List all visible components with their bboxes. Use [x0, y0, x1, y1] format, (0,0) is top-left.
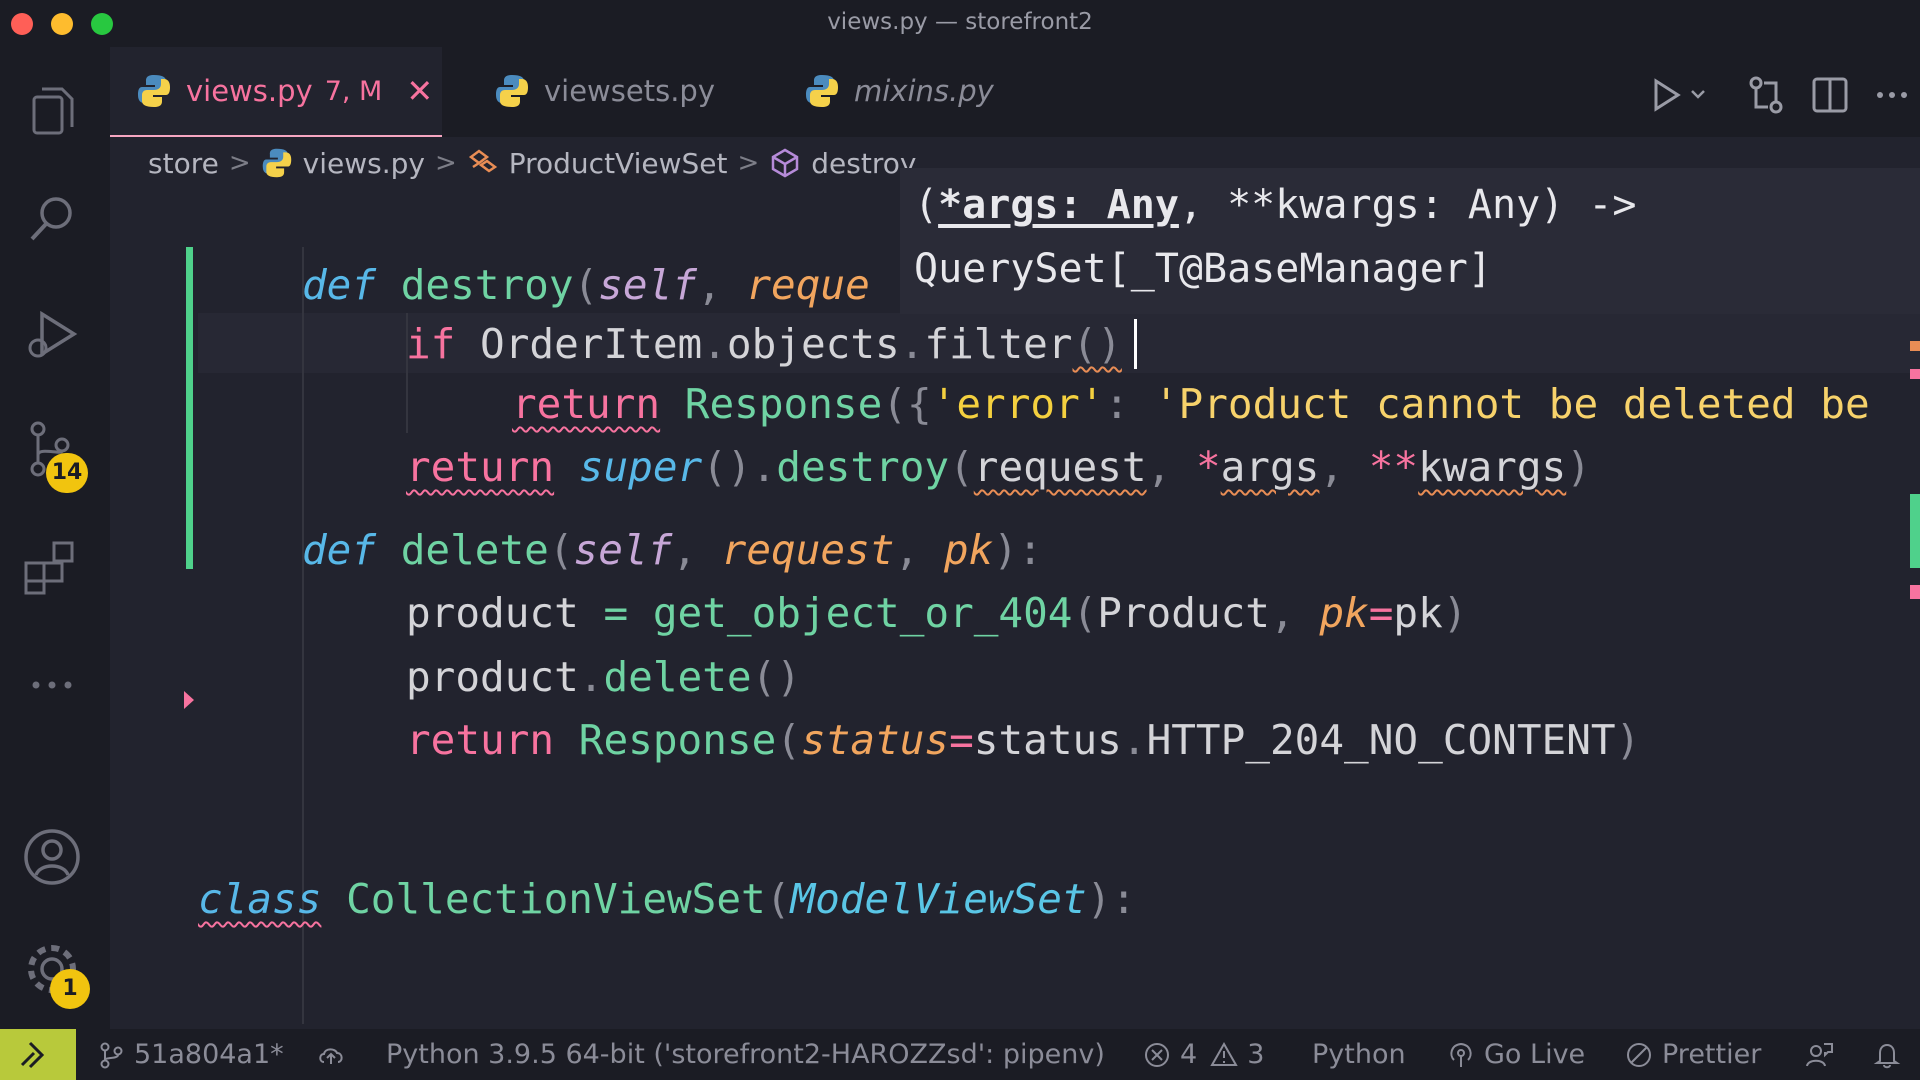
modified-lines-indicator[interactable]: [186, 247, 193, 569]
class-symbol-icon: [468, 149, 497, 173]
bell-icon: [1873, 1043, 1901, 1068]
chevron-right-icon: >: [737, 148, 760, 178]
git-branch-label: 51a804a1*: [134, 1039, 284, 1070]
prettier-disabled-icon: [1627, 1042, 1651, 1067]
code-line: class CollectionViewSet(ModelViewSet):: [198, 875, 1137, 923]
settings-badge: 1: [50, 969, 90, 1009]
breadcrumb-productviewset[interactable]: ProductViewSet: [467, 146, 728, 180]
deleted-lines-indicator[interactable]: [184, 691, 194, 709]
more-icon[interactable]: [20, 653, 84, 717]
extensions-icon[interactable]: [20, 535, 84, 599]
code-line: return Response({'error': 'Product canno…: [512, 380, 1870, 428]
signature-hover-tooltip: (*args: Any, **kwargs: Any) -> QuerySet[…: [900, 168, 1920, 314]
window-title: views.py — storefront2: [827, 9, 1093, 35]
cloud-upload-icon: [319, 1047, 343, 1064]
tooltip-signature-line: (*args: Any, **kwargs: Any) ->: [914, 182, 1637, 228]
broadcast-icon: [1450, 1042, 1472, 1067]
vscode-window: views.py — storefront2 14 1 views.py 7, …: [0, 0, 1920, 1080]
code-line: return Response(status=status.HTTP_204_N…: [406, 716, 1641, 764]
code-line: if OrderItem.objects.filter(): [406, 320, 1122, 368]
overview-ruler-modified-mark: [1910, 494, 1920, 568]
title-bar: views.py — storefront2: [0, 0, 1920, 47]
tab-views-status: 7, M: [324, 75, 383, 107]
breadcrumb-productviewset-label: ProductViewSet: [508, 146, 728, 180]
run-debug-icon[interactable]: [20, 302, 84, 366]
indent-guide: [302, 519, 304, 1024]
open-changes-icon[interactable]: [1746, 75, 1786, 115]
source-control-badge: 14: [46, 453, 88, 493]
notifications-status[interactable]: [1872, 1029, 1910, 1080]
more-actions-icon[interactable]: [1872, 75, 1912, 115]
activity-bar: 14 1: [0, 47, 110, 1029]
chevron-right-icon: >: [434, 148, 457, 178]
search-icon[interactable]: [20, 187, 84, 251]
breadcrumb-views-py[interactable]: views.py: [261, 147, 425, 180]
tab-viewsets-label: viewsets.py: [544, 74, 715, 108]
breadcrumb-destroy[interactable]: destroy: [769, 147, 916, 180]
error-count: 4: [1180, 1039, 1198, 1070]
code-line: return super().destroy(request, *args, *…: [406, 443, 1591, 491]
method-symbol-icon: [772, 148, 799, 178]
run-python-file-icon[interactable]: [1650, 75, 1710, 115]
code-line: def delete(self, request, pk):: [302, 526, 1043, 574]
overview-ruler-error-mark: [1910, 369, 1920, 379]
warning-icon: [1210, 1041, 1238, 1066]
breadcrumb-store[interactable]: store: [148, 147, 219, 180]
split-editor-icon[interactable]: [1810, 75, 1850, 115]
feedback-status[interactable]: [1804, 1029, 1842, 1080]
language-mode-status[interactable]: Python: [1312, 1029, 1406, 1080]
overview-ruler-warning-mark: [1910, 341, 1920, 351]
remote-icon: [20, 1041, 45, 1069]
tab-bar: views.py 7, M ✕ viewsets.py mixins.py: [110, 47, 1920, 138]
code-line: product.delete(): [406, 653, 801, 701]
prettier-label: Prettier: [1662, 1039, 1762, 1070]
code-line: product = get_object_or_404(Product, pk=…: [406, 589, 1468, 637]
sync-status[interactable]: [316, 1029, 354, 1080]
error-icon: [1145, 1042, 1169, 1067]
python-file-icon: [138, 75, 170, 107]
close-tab-icon[interactable]: ✕: [406, 75, 433, 107]
python-file-icon: [806, 75, 838, 107]
python-file-icon: [496, 75, 528, 107]
problems-status[interactable]: 4 3: [1142, 1029, 1264, 1080]
tab-views-label: views.py: [186, 74, 313, 108]
tab-mixins-label: mixins.py: [854, 74, 994, 108]
overview-ruler-error-mark: [1910, 585, 1920, 599]
tab-mixins-py[interactable]: mixins.py: [778, 47, 994, 135]
account-icon[interactable]: [20, 825, 84, 889]
git-branch-status[interactable]: 51a804a1*: [96, 1029, 284, 1080]
tooltip-return-type: QuerySet[_T@BaseManager]: [914, 246, 1492, 292]
feedback-icon: [1806, 1042, 1833, 1066]
git-branch-icon: [100, 1042, 123, 1068]
explorer-icon[interactable]: [20, 79, 84, 143]
go-live-label: Go Live: [1484, 1039, 1586, 1070]
warning-count: 3: [1247, 1039, 1265, 1070]
breadcrumb-views-label: views.py: [302, 146, 425, 180]
go-live-status[interactable]: Go Live: [1446, 1029, 1585, 1080]
chevron-right-icon: >: [228, 148, 251, 178]
code-editor[interactable]: def destroy(self, reque if OrderItem.obj…: [110, 189, 1920, 1029]
code-line: def destroy(self, reque: [302, 261, 870, 309]
remote-window-button[interactable]: [0, 1029, 76, 1080]
python-interpreter-status[interactable]: Python 3.9.5 64-bit ('storefront2-HAROZZ…: [386, 1029, 1105, 1080]
python-file-icon: [262, 148, 291, 178]
text-cursor: [1134, 319, 1137, 369]
tab-views-py[interactable]: views.py 7, M ✕: [110, 47, 442, 138]
status-bar: 51a804a1* Python 3.9.5 64-bit ('storefro…: [0, 1029, 1920, 1080]
tab-viewsets-py[interactable]: viewsets.py: [468, 47, 715, 135]
prettier-status[interactable]: Prettier: [1624, 1029, 1761, 1080]
